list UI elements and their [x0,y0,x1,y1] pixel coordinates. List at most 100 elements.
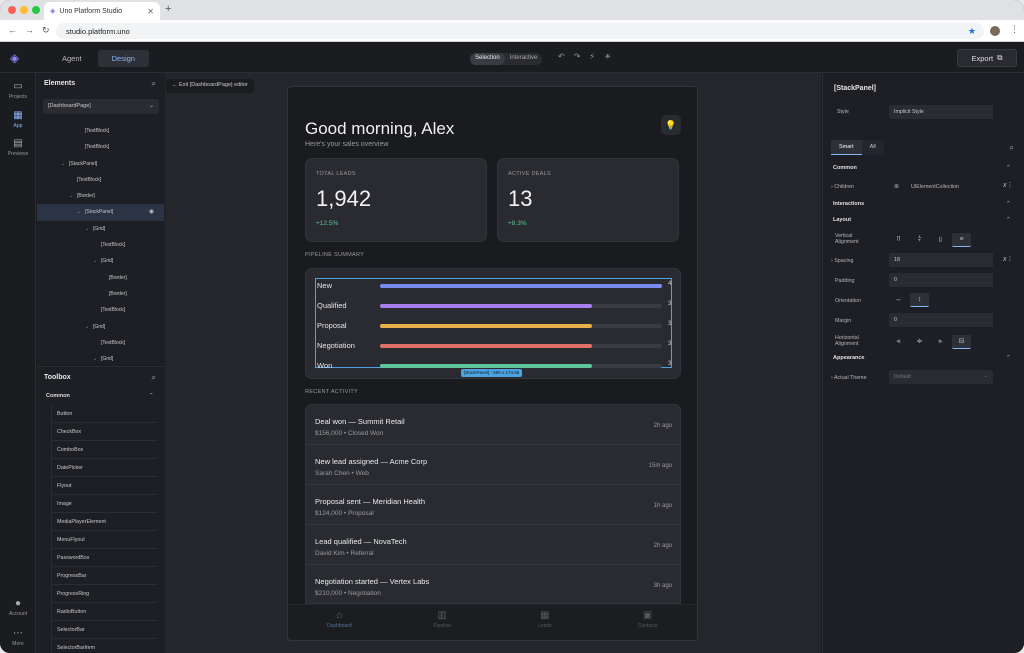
chevron-down-icon[interactable]: ⌄ [85,221,89,237]
style-field[interactable]: Implicit Style [889,105,993,119]
actual-theme-field[interactable]: Default ⌄ [889,370,993,384]
align-stretch-icon[interactable]: ≡ [952,233,971,247]
rail-item-app[interactable]: ▦ App [0,110,36,129]
chevron-down-icon[interactable]: ⌄ [93,351,97,367]
redo-icon[interactable]: ↷ [574,52,581,61]
close-window-button[interactable] [8,6,16,14]
tree-node[interactable]: [TextBlock] [37,123,164,139]
toolbox-item[interactable]: DatePicker [51,459,157,477]
tree-node[interactable]: [Border] [37,270,164,286]
toolbox-item[interactable]: ComboBox [51,441,157,459]
export-button[interactable]: Export ⧉ [957,49,1017,67]
filter-all[interactable]: All [862,140,884,155]
maximize-window-button[interactable] [32,6,40,14]
align-top-icon[interactable]: ⫪ [889,233,908,247]
tree-node[interactable]: [TextBlock] [37,302,164,318]
tree-node[interactable]: ⌄ [StackPanel] ◉ [37,204,164,221]
search-icon[interactable]: ⌕ [152,79,156,89]
tree-node[interactable]: [Border] [37,286,164,302]
stat-card-active-deals[interactable]: ACTIVE DEALS 13 +8.3% [497,158,679,242]
selected-stackpanel-outline[interactable]: New 4 Qualified 3 Proposal 3 Negotiation 3 Won 3 [315,278,672,370]
bottom-nav-item[interactable]: ▥ Pipeline [391,605,494,640]
toolbox-item[interactable]: Image [51,495,157,513]
close-tab-icon[interactable]: ✕ [147,7,154,16]
reload-icon[interactable]: ↻ [42,25,50,36]
toolbox-item[interactable]: Flyout [51,477,157,495]
bottom-nav-item[interactable]: ▣ Contacts [596,605,697,640]
chevron-down-icon[interactable]: ⌄ [61,156,65,172]
stat-card-total-leads[interactable]: TOTAL LEADS 1,942 +12.5% [305,158,487,242]
rail-item-projects[interactable]: ▭ Projects [0,81,36,100]
section-common[interactable]: Common ⌃ [833,165,1011,171]
section-appearance[interactable]: Appearance ⌃ [833,355,1011,361]
tab-design[interactable]: Design [97,50,149,67]
tree-node[interactable]: ⌄ [Grid] [37,221,164,237]
chevron-down-icon[interactable]: ⌄ [77,204,81,220]
toolbox-section-common[interactable]: Common ⌃ [46,393,154,399]
toolbox-item[interactable]: ProgressBar [51,567,157,585]
toolbox-item[interactable]: Button [51,405,157,423]
margin-field[interactable]: 0 [889,313,993,327]
hot-reload-icon[interactable]: ⚡ [589,52,595,61]
tree-node[interactable]: ⌄ [Grid] [37,351,164,367]
spacing-field[interactable]: 18 [889,253,993,267]
page-selector[interactable]: [DashboardPage] ⌄ [43,99,159,114]
toolbox-item[interactable]: RadioButton [51,603,157,621]
rail-item-account[interactable]: ● Account [0,598,36,617]
toolbox-item[interactable]: SelectorBar [51,621,157,639]
tree-node[interactable]: ⌄ [Grid] [37,253,164,269]
bookmark-star-icon[interactable]: ★ [968,26,976,37]
filter-smart[interactable]: Smart [831,140,862,155]
selection-mode-option[interactable]: Selection [470,53,505,65]
section-layout[interactable]: Layout ⌃ [833,217,1011,223]
undo-icon[interactable]: ↶ [558,52,565,61]
back-icon[interactable]: ← [8,25,17,35]
binding-x-icon[interactable]: x⋮ [1003,181,1014,189]
browser-menu-icon[interactable]: ⋮ [1010,24,1019,35]
align-bottom-icon[interactable]: ⫫ [931,233,950,247]
minimize-window-button[interactable] [20,6,28,14]
lightbulb-icon[interactable]: 💡 [661,115,681,135]
new-tab-icon[interactable]: + [165,3,171,15]
url-field[interactable]: studio.platform.uno ★ [56,23,984,39]
toolbox-item[interactable]: PasswordBox [51,549,157,567]
align-hcenter-icon[interactable]: ≑ [910,335,929,349]
binding-x-icon[interactable]: x⋮ [1003,255,1014,263]
rail-item-previews[interactable]: ▤ Previews [0,138,36,157]
toolbox-item[interactable]: ProgressRing [51,585,157,603]
browser-tab[interactable]: ◈ Uno Platform Studio ✕ [44,2,160,20]
vertical-orientation-icon[interactable]: ↕ [910,293,929,307]
activity-item[interactable]: Proposal sent — Meridian Health $124,000 … [306,485,680,525]
rail-item-more[interactable]: ⋯ More [0,628,36,647]
eye-icon[interactable]: ◉ [149,204,154,220]
tab-agent[interactable]: Agent [48,50,96,67]
tree-node[interactable]: ⌄ [Border] [37,188,164,204]
activity-item[interactable]: New lead assigned — Acme Corp Sarah Chen … [306,445,680,485]
tree-node[interactable]: ⌄ [StackPanel] [37,156,164,172]
toolbox-item[interactable]: MediaPlayerElement [51,513,157,531]
search-icon[interactable]: ⌕ [152,373,156,383]
horizontal-orientation-icon[interactable]: ↔ [889,293,908,307]
chevron-down-icon[interactable]: ⌄ [69,188,73,204]
activity-item[interactable]: Negotiation started — Vertex Labs $210,00… [306,565,680,603]
theme-toggle-icon[interactable]: ☀ [604,52,611,61]
forward-icon[interactable]: → [25,25,34,35]
section-interactions[interactable]: Interactions ⌃ [833,201,1011,207]
tree-node[interactable]: ⌄ [Grid] [37,319,164,335]
toolbox-item[interactable]: MenuFlyout [51,531,157,549]
toolbox-item[interactable]: SelectorBarItem [51,639,157,653]
tree-node[interactable]: [TextBlock] [37,237,164,253]
tree-node[interactable]: [TextBlock] [37,172,164,188]
bottom-nav-item[interactable]: ⌂ Dashboard [288,605,391,640]
activity-item[interactable]: Deal won — Summit Retail $156,000 • Close… [306,405,680,445]
padding-field[interactable]: 0 [889,273,993,287]
align-left-icon[interactable]: ⫷ [889,335,908,349]
tree-node[interactable]: [TextBlock] [37,335,164,351]
profile-avatar[interactable] [990,26,1000,36]
align-center-icon[interactable]: ⫩ [910,233,929,247]
tree-node[interactable]: [TextBlock] [37,139,164,155]
search-icon[interactable]: ⌕ [1010,143,1014,153]
toolbox-item[interactable]: CheckBox [51,423,157,441]
chevron-down-icon[interactable]: ⌄ [85,319,89,335]
exit-editor-button[interactable]: ← Exit [DashboardPage] editor [166,79,254,93]
